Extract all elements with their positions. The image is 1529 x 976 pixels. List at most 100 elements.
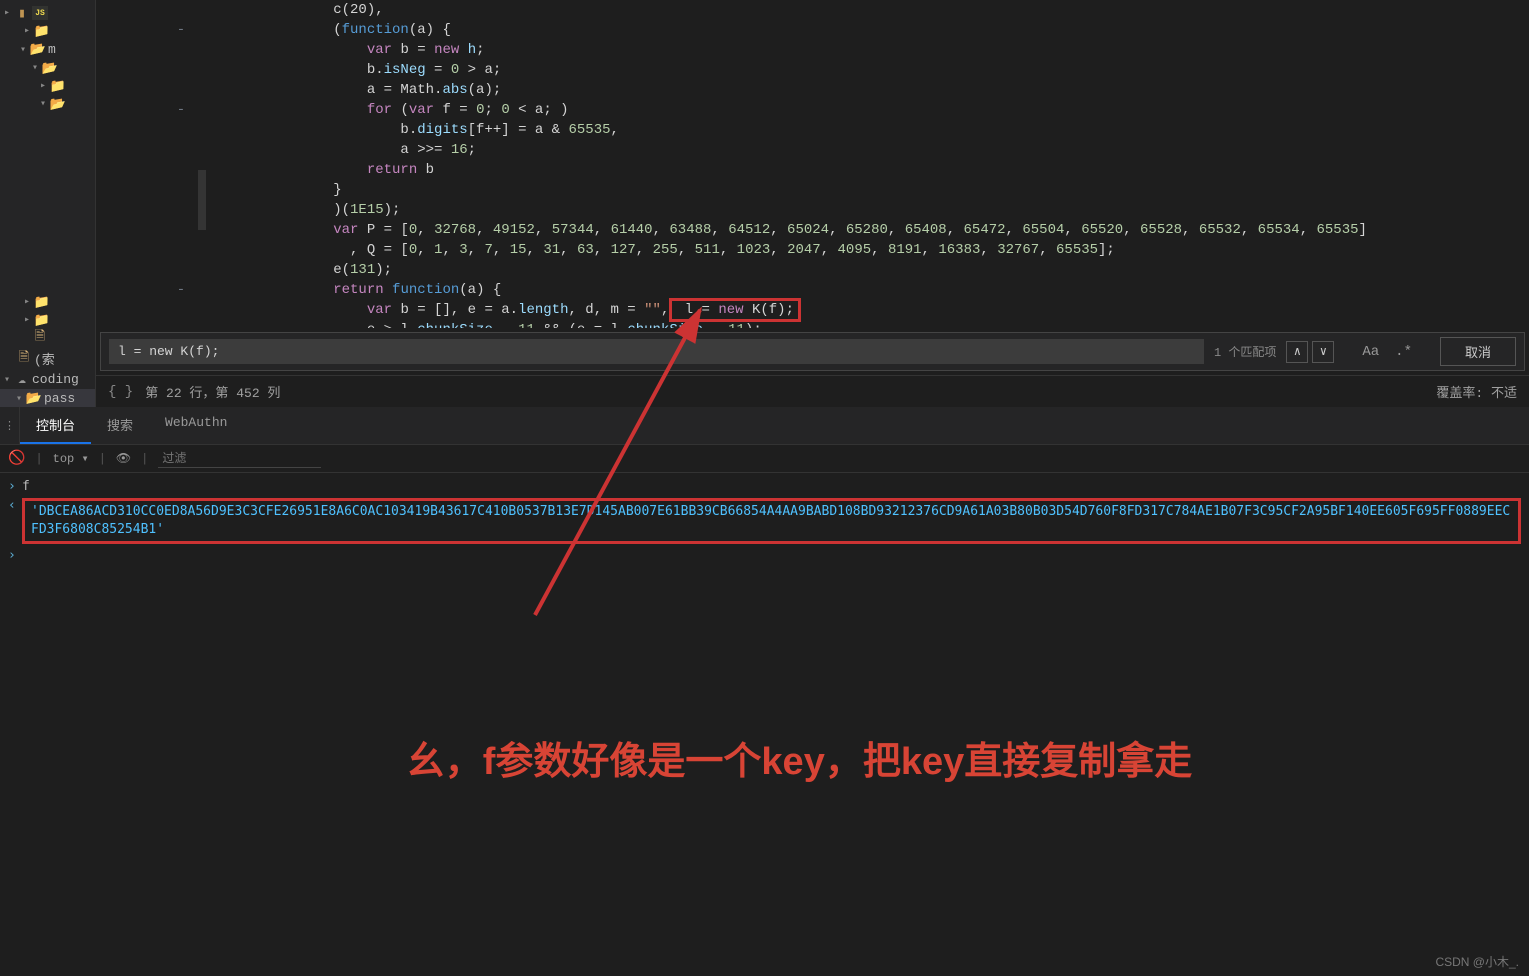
- folder-open-icon: 📂: [26, 392, 42, 406]
- fold-indicator[interactable]: [156, 300, 206, 320]
- fold-indicator[interactable]: [156, 60, 206, 80]
- tree-label: (索: [34, 349, 55, 368]
- fold-indicator[interactable]: [156, 140, 206, 160]
- line-number: [96, 320, 156, 328]
- tab-console[interactable]: 控制台: [20, 407, 91, 444]
- code-line[interactable]: var b = new h;: [96, 40, 1529, 60]
- context-selector[interactable]: top ▾: [53, 451, 89, 466]
- tree-item[interactable]: ▾ 📂: [0, 59, 95, 77]
- folder-icon: 📁: [50, 79, 66, 93]
- fold-indicator[interactable]: -: [156, 280, 206, 300]
- fold-indicator[interactable]: [156, 160, 206, 180]
- fold-indicator[interactable]: [156, 120, 206, 140]
- tree-item[interactable]: ▾ 📂 m: [0, 40, 95, 59]
- line-number: [96, 80, 156, 100]
- console-output-prompt: ‹: [8, 498, 22, 544]
- code-line[interactable]: return b: [96, 160, 1529, 180]
- fold-indicator[interactable]: [156, 240, 206, 260]
- code-line[interactable]: e(131);: [96, 260, 1529, 280]
- cloud-icon: ☁: [14, 373, 30, 387]
- code-line[interactable]: var b = [], e = a.length, d, m = "", l =…: [96, 300, 1529, 320]
- console-toolbar: 🚫 | top ▾ | 👁 |: [0, 445, 1529, 473]
- tab-webauthn[interactable]: WebAuthn: [149, 407, 243, 444]
- search-next-button[interactable]: ∨: [1312, 341, 1334, 363]
- tab-search[interactable]: 搜索: [91, 407, 149, 444]
- editor-search-bar: 1 个匹配项 ∧ ∨ Aa .* 取消: [100, 332, 1525, 371]
- fold-indicator[interactable]: [156, 220, 206, 240]
- fold-indicator[interactable]: [156, 40, 206, 60]
- code-line[interactable]: }: [96, 180, 1529, 200]
- console-filter-input[interactable]: [158, 449, 321, 468]
- tree-item[interactable]: ▾ 📂 pass: [0, 389, 95, 407]
- format-icon[interactable]: { }: [108, 384, 133, 400]
- chevron-down-icon: ▾: [16, 393, 26, 405]
- cancel-button[interactable]: 取消: [1440, 337, 1516, 366]
- fold-indicator[interactable]: [156, 260, 206, 280]
- coverage-status: 覆盖率: 不适: [1436, 382, 1517, 401]
- tree-item[interactable]: 🗎 (索: [0, 347, 95, 370]
- code-text: return b: [206, 160, 1529, 180]
- tree-item[interactable]: ▾ 📂: [0, 95, 95, 113]
- tree-item[interactable]: ▸ ▮ JS: [0, 4, 95, 22]
- tree-item[interactable]: ▸ 📁: [0, 77, 95, 95]
- fold-indicator[interactable]: [156, 80, 206, 100]
- code-text: return function(a) {: [206, 280, 1529, 300]
- console-body[interactable]: › f ‹ 'DBCEA86ACD310CC0ED8A56D9E3C3CFE26…: [0, 473, 1529, 569]
- tree-item[interactable]: ▸ 📁: [0, 22, 95, 40]
- code-line[interactable]: c(20),: [96, 0, 1529, 20]
- code-line[interactable]: b.isNeg = 0 > a;: [96, 60, 1529, 80]
- fold-indicator[interactable]: -: [156, 100, 206, 120]
- code-line[interactable]: var P = [0, 32768, 49152, 57344, 61440, …: [96, 220, 1529, 240]
- code-line[interactable]: - for (var f = 0; 0 < a; ): [96, 100, 1529, 120]
- line-number: [96, 180, 156, 200]
- tree-label: m: [48, 42, 56, 57]
- file-tree-sidebar: ▸ ▮ JS ▸ 📁 ▾ 📂 m ▾ 📂 ▸ 📁 ▾: [0, 0, 96, 407]
- line-number: [96, 40, 156, 60]
- match-case-toggle[interactable]: Aa: [1354, 344, 1387, 360]
- folder-open-icon: 📂: [50, 97, 66, 111]
- code-line[interactable]: - return function(a) {: [96, 280, 1529, 300]
- code-text: , Q = [0, 1, 3, 7, 15, 31, 63, 127, 255,…: [206, 240, 1529, 260]
- line-number: [96, 220, 156, 240]
- console-output-value: 'DBCEA86ACD310CC0ED8A56D9E3C3CFE26951E8A…: [22, 498, 1521, 544]
- fold-indicator[interactable]: [156, 0, 206, 20]
- fold-indicator[interactable]: [156, 180, 206, 200]
- search-prev-button[interactable]: ∧: [1286, 341, 1308, 363]
- chevron-right-icon: ▸: [24, 314, 34, 326]
- fold-indicator[interactable]: -: [156, 20, 206, 40]
- code-text: e(131);: [206, 260, 1529, 280]
- line-number: [96, 280, 156, 300]
- console-input-prompt: ›: [8, 548, 22, 563]
- tree-item[interactable]: ▸ 📁: [0, 311, 95, 329]
- chevron-right-icon: ▸: [24, 25, 34, 37]
- fold-indicator[interactable]: [156, 320, 206, 328]
- console-input-text: f: [22, 479, 30, 494]
- fold-indicator[interactable]: [156, 200, 206, 220]
- folder-open-icon: 📂: [30, 43, 46, 57]
- code-line[interactable]: )(1E15);: [96, 200, 1529, 220]
- tree-item[interactable]: ▸ 📁: [0, 293, 95, 311]
- tree-item[interactable]: 🗎: [0, 329, 95, 347]
- line-number: [96, 140, 156, 160]
- folder-icon: 📁: [34, 313, 50, 327]
- code-line[interactable]: , Q = [0, 1, 3, 7, 15, 31, 63, 127, 255,…: [96, 240, 1529, 260]
- tree-item[interactable]: ▾ ☁ coding: [0, 370, 95, 389]
- code-line[interactable]: a = Math.abs(a);: [96, 80, 1529, 100]
- drawer-toggle[interactable]: ⋮: [0, 407, 20, 444]
- code-text: e > l.chunkSize - 11 && (e = l.chunkSize…: [206, 320, 1529, 328]
- code-line[interactable]: - (function(a) {: [96, 20, 1529, 40]
- line-number: [96, 260, 156, 280]
- search-input[interactable]: [109, 339, 1204, 364]
- watermark: CSDN @小木_.: [1435, 953, 1519, 970]
- code-line[interactable]: b.digits[f++] = a & 65535,: [96, 120, 1529, 140]
- clear-console-icon[interactable]: 🚫: [8, 450, 25, 467]
- code-line[interactable]: e > l.chunkSize - 11 && (e = l.chunkSize…: [96, 320, 1529, 328]
- regex-toggle[interactable]: .*: [1387, 344, 1420, 360]
- live-expression-icon[interactable]: 👁: [116, 451, 131, 466]
- line-number: [96, 60, 156, 80]
- code-line[interactable]: a >>= 16;: [96, 140, 1529, 160]
- code-text: var b = [], e = a.length, d, m = "", l =…: [206, 300, 1529, 320]
- chevron-right-icon: ▸: [40, 80, 50, 92]
- code-editor[interactable]: c(20),- (function(a) { var b = new h; b.…: [96, 0, 1529, 407]
- code-text: var P = [0, 32768, 49152, 57344, 61440, …: [206, 220, 1529, 240]
